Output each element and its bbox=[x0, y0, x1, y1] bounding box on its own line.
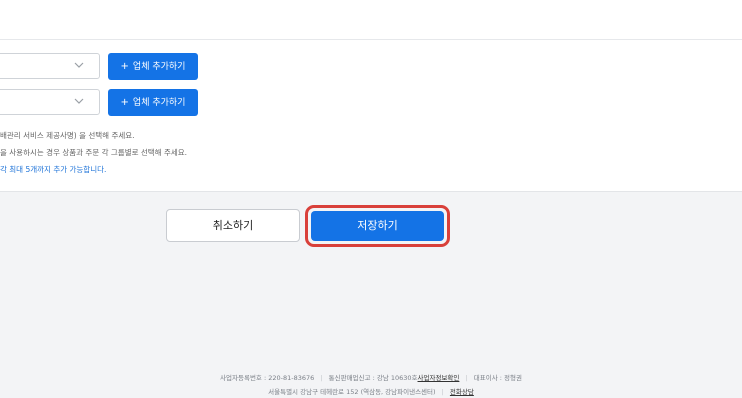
divider: | bbox=[465, 374, 468, 382]
add-company-button-1[interactable]: + 업체 추가하기 bbox=[108, 53, 198, 80]
divider: | bbox=[441, 388, 444, 396]
business-info-link[interactable]: 사업자정보확인 bbox=[418, 374, 460, 382]
cancel-button[interactable]: 취소하기 bbox=[166, 209, 300, 242]
company-address: 서울특별시 강남구 테헤란로 152 (역삼동, 강남파이낸스센터) bbox=[268, 388, 436, 396]
divider: | bbox=[320, 374, 323, 382]
company-select-1[interactable] bbox=[0, 53, 100, 79]
save-button-highlight: 저장하기 bbox=[305, 205, 450, 247]
add-company-label: 업체 추가하기 bbox=[132, 98, 186, 108]
plus-icon: + bbox=[120, 97, 129, 108]
chevron-down-icon bbox=[73, 59, 85, 71]
footer-line-1: 사업자등록번호 : 220-81-83676 | 통신판매업신고 : 강남 10… bbox=[0, 372, 742, 385]
chevron-down-icon bbox=[73, 95, 85, 107]
ceo-name: 대표이사 : 정형권 bbox=[473, 374, 522, 382]
top-panel bbox=[0, 0, 742, 40]
add-company-label: 업체 추가하기 bbox=[132, 62, 186, 72]
save-button[interactable]: 저장하기 bbox=[311, 211, 444, 241]
phone-consult-link[interactable]: 전화상담 bbox=[450, 388, 474, 396]
help-notes: 배관리 서비스 제공사명) 을 선택해 주세요. 을 사용하시는 경우 상품과 … bbox=[0, 127, 187, 178]
business-number: 사업자등록번호 : 220-81-83676 bbox=[220, 374, 315, 382]
plus-icon: + bbox=[120, 61, 129, 72]
help-note: 배관리 서비스 제공사명) 을 선택해 주세요. bbox=[0, 131, 135, 140]
help-note: 을 사용하시는 경우 상품과 주문 각 그룹별로 선택해 주세요. bbox=[0, 148, 188, 157]
footer-line-2: 서울특별시 강남구 테헤란로 152 (역삼동, 강남파이낸스센터) | 전화상… bbox=[0, 386, 742, 398]
mail-order-number: 통신판매업신고 : 강남 10630호 bbox=[328, 374, 418, 382]
company-select-2[interactable] bbox=[0, 89, 100, 115]
form-panel: + 업체 추가하기 + 업체 추가하기 배관리 서비스 제공사명) 을 선택해 주세… bbox=[0, 40, 742, 192]
help-note-highlight: 각 최대 5개까지 추가 가능합니다. bbox=[0, 165, 107, 174]
add-company-button-2[interactable]: + 업체 추가하기 bbox=[108, 89, 198, 116]
